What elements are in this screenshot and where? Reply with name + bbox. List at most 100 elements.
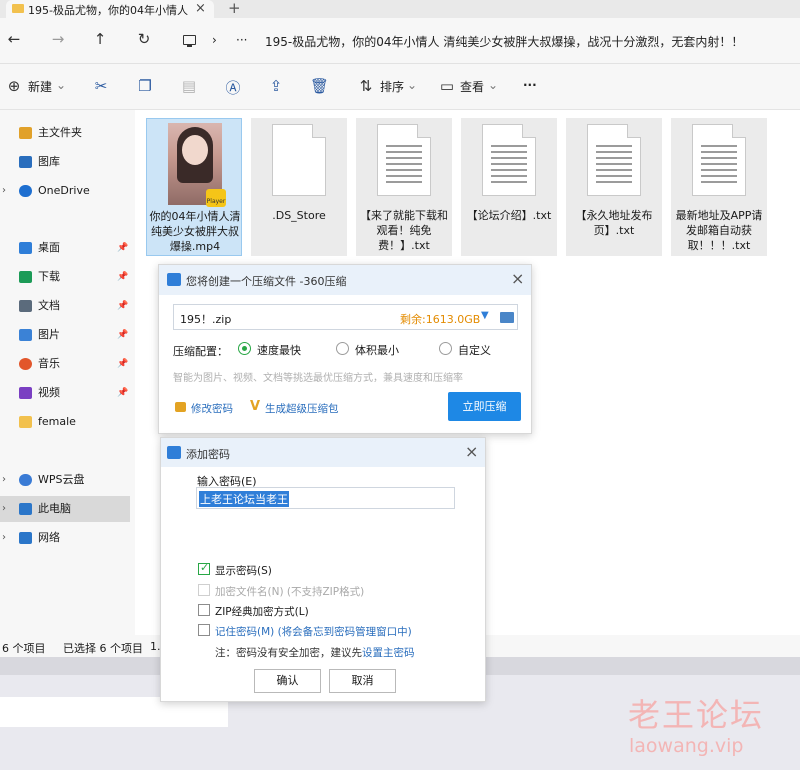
checkbox-icon (198, 624, 210, 636)
sidebar-item-documents[interactable]: 文档 📌 (0, 293, 130, 319)
more-options-icon[interactable]: ··· (523, 78, 537, 92)
delete-icon[interactable]: 🗑 (310, 77, 329, 95)
file-item-txt[interactable]: 【永久地址发布页】.txt (566, 118, 662, 256)
view-chevron-icon[interactable]: ⌄ (488, 78, 498, 92)
file-item-txt[interactable]: 最新地址及APP请发邮箱自动获取！！！.txt (671, 118, 767, 256)
zip-classic-checkbox[interactable]: ZIP经典加密方式(L) (198, 604, 309, 619)
player-badge-icon: Player (206, 189, 226, 207)
sidebar-item-wps-cloud[interactable]: › WPS云盘 (0, 467, 130, 493)
expand-chevron-icon[interactable]: › (2, 496, 6, 522)
music-icon (19, 358, 32, 370)
sidebar-item-network[interactable]: › 网络 (0, 525, 130, 551)
super-package-link[interactable]: V 生成超级压缩包 (250, 399, 339, 416)
sidebar-item-desktop[interactable]: 桌面 📌 (0, 235, 130, 261)
forward-icon[interactable]: → (48, 30, 68, 48)
encrypt-filenames-checkbox[interactable]: 加密文件名(N) (不支持ZIP格式) (198, 584, 364, 599)
refresh-icon[interactable]: ↻ (134, 30, 154, 48)
change-password-link[interactable]: 修改密码 (175, 401, 233, 416)
paste-icon[interactable]: ▤ (180, 77, 198, 95)
cut-icon[interactable]: ✂ (92, 77, 110, 95)
sidebar-item-downloads[interactable]: 下载 📌 (0, 264, 130, 290)
option-label: 自定义 (458, 344, 491, 357)
breadcrumb-path[interactable]: 195-极品尤物，你的04年小情人 清纯美少女被胖大叔爆操，战况十分激烈，无套内… (265, 33, 743, 50)
new-button[interactable]: 新建 (28, 78, 52, 95)
pin-icon[interactable]: 📌 (117, 322, 128, 348)
sidebar-item-onedrive[interactable]: › OneDrive (0, 178, 130, 204)
file-name: 你的04年小情人清纯美少女被胖大叔爆操.mp4 (149, 210, 241, 253)
text-file-icon (587, 124, 641, 196)
archive-name-field[interactable]: 195！.zip 剩余:1613.0GB ▼ (173, 304, 518, 330)
command-toolbar: ⊕ 新建 ⌄ ✂ ❐ ▤ Ⓐ ⇪ 🗑 ⇅ 排序 ⌄ ▭ 查看 ⌄ ··· (0, 64, 800, 110)
cancel-button[interactable]: 取消 (329, 669, 396, 693)
file-item-video[interactable]: Player 你的04年小情人清纯美少女被胖大叔爆操.mp4 (146, 118, 242, 256)
compress-now-button[interactable]: 立即压缩 (448, 392, 521, 421)
option-fastest-radio[interactable]: 速度最快 (238, 342, 301, 358)
new-tab-icon[interactable]: + (228, 0, 241, 17)
expand-chevron-icon[interactable]: › (2, 467, 6, 493)
expand-chevron-icon[interactable]: › (2, 178, 6, 204)
sidebar-item-home[interactable]: 主文件夹 (0, 120, 130, 146)
pin-icon[interactable]: 📌 (117, 380, 128, 406)
download-icon (19, 271, 32, 283)
pin-icon[interactable]: 📌 (117, 235, 128, 261)
dialog-title: 您将创建一个压缩文件 -360压缩 (186, 275, 347, 288)
remember-password-checkbox[interactable]: 记住密码(M) (将会备忘到密码管理窗口中) (198, 624, 412, 639)
dialog-title: 添加密码 (186, 448, 230, 461)
blank-file-icon (272, 124, 326, 196)
sidebar-item-pictures[interactable]: 图片 📌 (0, 322, 130, 348)
sidebar-item-label: OneDrive (38, 184, 90, 197)
up-icon[interactable]: ↑ (90, 30, 110, 48)
close-icon[interactable]: × (511, 269, 524, 288)
back-icon[interactable]: ← (4, 30, 24, 48)
view-button[interactable]: 查看 (460, 78, 484, 95)
sidebar-item-label: 图库 (38, 155, 60, 168)
sidebar-item-videos[interactable]: 视频 📌 (0, 380, 130, 406)
browse-folder-icon[interactable] (500, 312, 514, 323)
password-value: 上老王论坛当老王 (199, 491, 289, 507)
file-item-txt[interactable]: 【来了就能下载和观看！纯免费！】.txt (356, 118, 452, 256)
pin-icon[interactable]: 📌 (117, 351, 128, 377)
view-icon: ▭ (439, 77, 455, 95)
dropdown-arrow-icon[interactable]: ▼ (481, 310, 489, 321)
expand-chevron-icon[interactable]: › (2, 525, 6, 551)
sort-chevron-icon[interactable]: ⌄ (407, 78, 417, 92)
set-master-password-link[interactable]: 设置主密码 (362, 647, 415, 659)
sidebar-item-female[interactable]: female (0, 409, 130, 435)
option-smallest-radio[interactable]: 体积最小 (336, 342, 399, 358)
copy-icon[interactable]: ❐ (136, 77, 154, 95)
pin-icon[interactable]: 📌 (117, 293, 128, 319)
sidebar-item-this-pc[interactable]: › 此电脑 (0, 496, 130, 522)
breadcrumb-chevron-icon[interactable]: › (212, 33, 217, 47)
share-icon[interactable]: ⇪ (267, 77, 285, 95)
sidebar-item-label: 网络 (38, 531, 60, 544)
free-space-label: 剩余:1613.0GB (400, 313, 481, 326)
password-input[interactable]: 上老王论坛当老王 (196, 487, 455, 509)
compress-dialog: 您将创建一个压缩文件 -360压缩 × 195！.zip 剩余:1613.0GB… (158, 264, 532, 434)
confirm-button[interactable]: 确认 (254, 669, 321, 693)
new-chevron-icon[interactable]: ⌄ (56, 78, 66, 92)
rename-icon[interactable]: Ⓐ (224, 77, 242, 98)
file-name: 【来了就能下载和观看！纯免费！】.txt (360, 209, 448, 252)
file-item-ds-store[interactable]: .DS_Store (251, 118, 347, 256)
sidebar-item-label: 音乐 (38, 357, 60, 370)
option-custom-radio[interactable]: 自定义 (439, 342, 491, 358)
close-icon[interactable]: × (465, 442, 478, 461)
show-password-checkbox[interactable]: 显示密码(S) (198, 561, 272, 578)
sidebar-item-label: 视频 (38, 386, 60, 399)
sidebar-item-gallery[interactable]: 图库 (0, 149, 130, 175)
video-thumbnail: Player (168, 123, 226, 207)
window-tab[interactable]: 195-极品尤物，你的04年小情人 (6, 0, 214, 18)
pin-icon[interactable]: 📌 (117, 264, 128, 290)
option-label: 体积最小 (355, 344, 399, 357)
sort-button[interactable]: 排序 (380, 78, 404, 95)
file-item-txt[interactable]: 【论坛介绍】.txt (461, 118, 557, 256)
checkbox-label: 记住密码(M) (将会备忘到密码管理窗口中) (215, 626, 412, 638)
breadcrumb-more-icon[interactable]: ··· (236, 33, 247, 47)
sidebar-item-music[interactable]: 音乐 📌 (0, 351, 130, 377)
checkbox-icon (198, 584, 210, 596)
radio-icon (439, 342, 452, 355)
tab-close-icon[interactable]: × (195, 1, 206, 16)
option-label: 速度最快 (257, 344, 301, 357)
cloud-icon (19, 474, 32, 486)
file-name: .DS_Store (272, 209, 326, 222)
